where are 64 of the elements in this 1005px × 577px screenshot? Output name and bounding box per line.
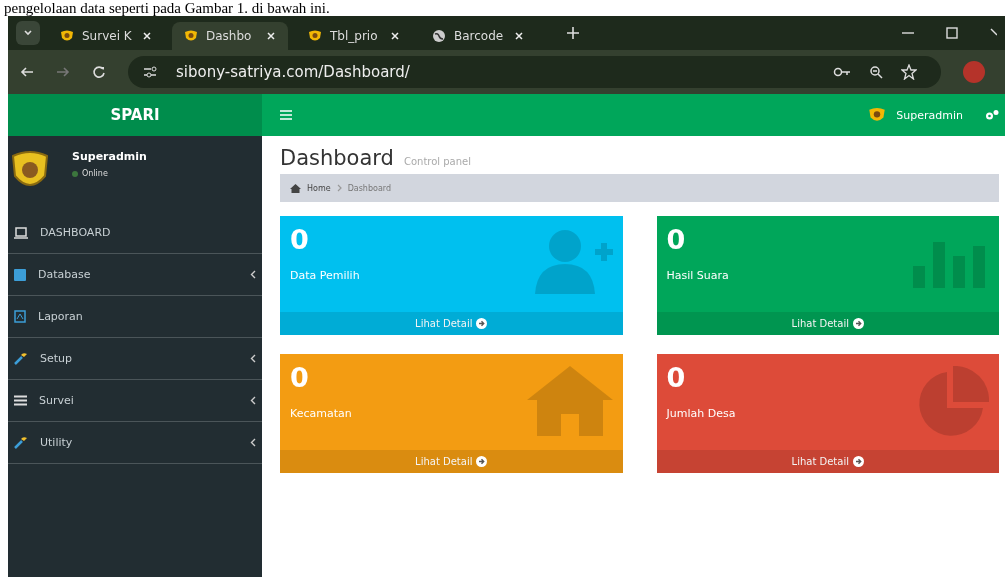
document-icon xyxy=(14,310,26,323)
brand-logo-text[interactable]: SPARI xyxy=(8,94,262,136)
reload-icon[interactable] xyxy=(92,65,106,79)
stat-label: Hasil Suara xyxy=(666,269,729,282)
sidebar-item[interactable]: Survei xyxy=(8,380,262,422)
arrow-circle-right-icon xyxy=(476,456,488,467)
stat-label: Data Pemilih xyxy=(290,269,360,282)
close-icon[interactable] xyxy=(390,31,400,41)
page-title: Dashboard xyxy=(280,146,394,170)
breadcrumb-current: Dashboard xyxy=(347,183,392,193)
arrow-circle-right-icon xyxy=(852,318,864,329)
forward-icon[interactable] xyxy=(56,65,70,79)
arrow-circle-right-icon xyxy=(476,318,488,329)
star-icon[interactable] xyxy=(901,64,917,80)
site-settings-icon[interactable] xyxy=(142,65,158,79)
arrow-circle-right-icon xyxy=(852,456,864,467)
sidebar-item[interactable]: Setup xyxy=(8,338,262,380)
page-subtitle: Control panel xyxy=(403,156,471,167)
stat-value: 0 xyxy=(666,224,687,255)
database-icon xyxy=(14,268,26,281)
house-icon xyxy=(526,366,613,436)
gears-icon[interactable] xyxy=(985,109,999,121)
stat-value: 0 xyxy=(290,224,310,255)
breadcrumb-link[interactable]: Home xyxy=(307,183,331,193)
laptop-icon xyxy=(14,226,28,239)
tab-search-button[interactable] xyxy=(16,21,40,45)
status-dot-icon xyxy=(72,170,78,177)
stat-label: Kecamatan xyxy=(290,407,352,420)
details-link[interactable]: Lihat Detail xyxy=(656,312,999,335)
browser-tab[interactable]: Barcode xyxy=(420,22,536,50)
shield-icon xyxy=(868,106,887,124)
shield-icon xyxy=(60,29,74,43)
user-status: Online xyxy=(82,169,108,178)
document-text: pengelolaan data seperti pada Gambar 1. di bawah ini. xyxy=(3,0,331,16)
sidebar-item[interactable]: Database xyxy=(8,254,262,296)
close-icon[interactable] xyxy=(266,31,276,41)
wrench-icon xyxy=(14,352,28,365)
wrench-icon xyxy=(14,436,28,449)
shield-icon xyxy=(184,29,198,43)
close-icon[interactable] xyxy=(142,31,152,41)
close-icon[interactable] xyxy=(514,31,524,41)
browser-tab[interactable]: Survei K xyxy=(48,22,164,50)
browser-tab[interactable]: Tbl_prio xyxy=(296,22,412,50)
key-icon[interactable] xyxy=(833,66,851,78)
home-icon xyxy=(290,183,301,193)
new-tab-icon[interactable] xyxy=(566,26,580,40)
list-icon xyxy=(14,395,27,406)
sidebar-item[interactable]: DASHBOARD xyxy=(8,212,262,254)
maximize-icon[interactable] xyxy=(945,26,959,40)
back-icon[interactable] xyxy=(20,65,34,79)
chevron-right-icon xyxy=(336,184,342,192)
shield-icon xyxy=(308,29,322,43)
address-field[interactable]: sibony-satriya.com/Dashboard/ xyxy=(128,56,941,88)
sidebar-item[interactable]: Utility xyxy=(8,422,262,464)
sidebar-item[interactable]: Laporan xyxy=(8,296,262,338)
zoom-icon[interactable] xyxy=(869,65,883,79)
chevron-down-icon xyxy=(23,28,33,38)
globe-icon xyxy=(432,29,446,43)
stat-value: 0 xyxy=(666,362,687,393)
browser-tab[interactable]: Dashbo xyxy=(172,22,288,50)
stat-label: Jumlah Desa xyxy=(666,407,736,420)
details-link[interactable]: Lihat Detail xyxy=(656,450,999,473)
user-name: Superadmin xyxy=(72,150,147,163)
stat-value: 0 xyxy=(290,362,310,393)
